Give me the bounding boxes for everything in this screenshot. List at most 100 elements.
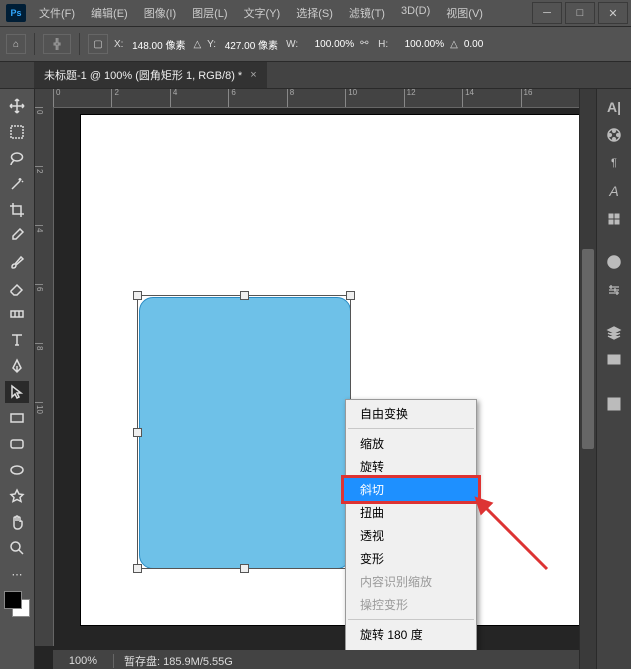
menu-view[interactable]: 视图(V) — [439, 1, 490, 25]
context-menu-item[interactable]: 变形 — [346, 547, 476, 570]
transform-handle[interactable] — [133, 428, 142, 437]
right-panel-bar: A| ¶ A — [596, 89, 631, 669]
delta-icon: △ — [193, 39, 201, 50]
gradient-tool-icon[interactable] — [5, 303, 29, 325]
h-label: H: — [378, 39, 388, 50]
eyedropper-tool-icon[interactable] — [5, 225, 29, 247]
ruler-tick: 6 — [228, 89, 286, 107]
menu-edit[interactable]: 编辑(E) — [84, 1, 135, 25]
canvas-area: 0 2 4 6 8 10 12 14 16 0 2 4 6 8 10 — [35, 89, 579, 669]
w-value[interactable]: 100.00% — [304, 39, 354, 50]
context-menu-item[interactable]: 旋转 — [346, 455, 476, 478]
transform-handle[interactable] — [240, 564, 249, 573]
magic-wand-tool-icon[interactable] — [5, 173, 29, 195]
color-panel-icon[interactable] — [602, 124, 626, 146]
glyphs-panel-icon[interactable]: A — [602, 180, 626, 202]
x-value[interactable]: 148.00 像素 — [129, 37, 187, 52]
character-panel-icon[interactable]: A| — [602, 96, 626, 118]
rounded-rect-tool-icon[interactable] — [5, 433, 29, 455]
ruler-tick: 10 — [35, 402, 43, 461]
rot-label: △ — [450, 39, 458, 50]
context-menu-item[interactable]: 透视 — [346, 524, 476, 547]
layers-panel-icon[interactable] — [602, 322, 626, 344]
transform-handle[interactable] — [346, 291, 355, 300]
maximize-button[interactable]: □ — [565, 2, 595, 24]
document-tab[interactable]: 未标题-1 @ 100% (圆角矩形 1, RGB/8) * × — [34, 62, 267, 88]
relative-icon[interactable]: ▢ — [88, 34, 108, 54]
ruler-horizontal[interactable]: 0 2 4 6 8 10 12 14 16 — [53, 89, 579, 108]
libraries-panel-icon[interactable] — [602, 251, 626, 273]
vertical-scrollbar[interactable] — [579, 89, 596, 669]
minimize-button[interactable]: ─ — [532, 2, 562, 24]
context-menu-item[interactable]: 缩放 — [346, 432, 476, 455]
ruler-tick: 2 — [111, 89, 169, 107]
marquee-tool-icon[interactable] — [5, 121, 29, 143]
zoom-level[interactable]: 100% — [53, 655, 113, 667]
menu-3d[interactable]: 3D(D) — [394, 1, 437, 25]
brush-tool-icon[interactable] — [5, 251, 29, 273]
y-value[interactable]: 427.00 像素 — [222, 37, 280, 52]
pen-tool-icon[interactable] — [5, 355, 29, 377]
ruler-tick: 8 — [35, 343, 43, 402]
crop-tool-icon[interactable] — [5, 199, 29, 221]
lasso-tool-icon[interactable] — [5, 147, 29, 169]
ruler-tick: 2 — [35, 166, 43, 225]
transform-bounding-box[interactable] — [137, 295, 351, 569]
ruler-tick: 12 — [404, 89, 462, 107]
scratch-disk-info[interactable]: 暂存盘: 185.9M/5.55G — [114, 653, 233, 669]
menu-file[interactable]: 文件(F) — [32, 1, 82, 25]
menu-layer[interactable]: 图层(L) — [185, 1, 234, 25]
zoom-tool-icon[interactable] — [5, 537, 29, 559]
swatches-panel-icon[interactable] — [602, 350, 626, 372]
context-menu-item[interactable]: 旋转 180 度 — [346, 623, 476, 646]
ruler-corner — [35, 89, 54, 108]
h-value[interactable]: 100.00% — [394, 39, 444, 50]
ruler-vertical[interactable]: 0 2 4 6 8 10 — [35, 107, 54, 646]
link-icon[interactable]: ⚯ — [360, 38, 372, 50]
transform-handle[interactable] — [240, 291, 249, 300]
paragraph-panel-icon[interactable]: ¶ — [602, 152, 626, 174]
properties-panel-icon[interactable] — [602, 393, 626, 415]
tool-bar: ⋯ — [0, 89, 35, 669]
foreground-background-colors[interactable] — [4, 591, 30, 617]
eraser-tool-icon[interactable] — [5, 277, 29, 299]
transform-handle[interactable] — [133, 564, 142, 573]
move-tool-icon[interactable] — [5, 95, 29, 117]
history-panel-icon[interactable] — [602, 208, 626, 230]
w-label: W: — [286, 39, 298, 50]
path-selection-tool-icon[interactable] — [5, 381, 29, 403]
app-badge: Ps — [6, 4, 26, 22]
context-menu-item: 内容识别缩放 — [346, 570, 476, 593]
ellipse-tool-icon[interactable] — [5, 459, 29, 481]
rot-value[interactable]: 0.00 — [464, 39, 498, 50]
close-button[interactable]: ✕ — [598, 2, 628, 24]
hand-tool-icon[interactable] — [5, 511, 29, 533]
context-menu-item[interactable]: 斜切 — [344, 478, 478, 501]
home-icon[interactable]: ⌂ — [6, 34, 26, 54]
ruler-tick: 4 — [170, 89, 228, 107]
ruler-tick: 0 — [53, 89, 111, 107]
menu-select[interactable]: 选择(S) — [289, 1, 340, 25]
custom-shape-tool-icon[interactable] — [5, 485, 29, 507]
reference-point-icon[interactable]: ╬ — [43, 34, 71, 54]
menu-bar: 文件(F) 编辑(E) 图像(I) 图层(L) 文字(Y) 选择(S) 滤镜(T… — [32, 1, 532, 25]
ruler-tick: 8 — [287, 89, 345, 107]
ruler-tick: 4 — [35, 225, 43, 284]
menu-image[interactable]: 图像(I) — [137, 1, 183, 25]
menu-filter[interactable]: 滤镜(T) — [342, 1, 392, 25]
menu-type[interactable]: 文字(Y) — [237, 1, 288, 25]
x-label: X: — [114, 39, 123, 50]
context-menu-item[interactable]: 扭曲 — [346, 501, 476, 524]
ruler-tick: 10 — [345, 89, 403, 107]
document-tab-bar: 未标题-1 @ 100% (圆角矩形 1, RGB/8) * × — [0, 62, 631, 89]
rectangle-tool-icon[interactable] — [5, 407, 29, 429]
transform-handle[interactable] — [133, 291, 142, 300]
adjustments-panel-icon[interactable] — [602, 279, 626, 301]
document-canvas[interactable] — [81, 115, 579, 625]
ruler-tick: 14 — [462, 89, 520, 107]
type-tool-icon[interactable] — [5, 329, 29, 351]
edit-toolbar-icon[interactable]: ⋯ — [5, 563, 29, 585]
scrollbar-thumb[interactable] — [582, 249, 594, 449]
context-menu-item[interactable]: 自由变换 — [346, 402, 476, 425]
tab-close-icon[interactable]: × — [250, 69, 256, 81]
